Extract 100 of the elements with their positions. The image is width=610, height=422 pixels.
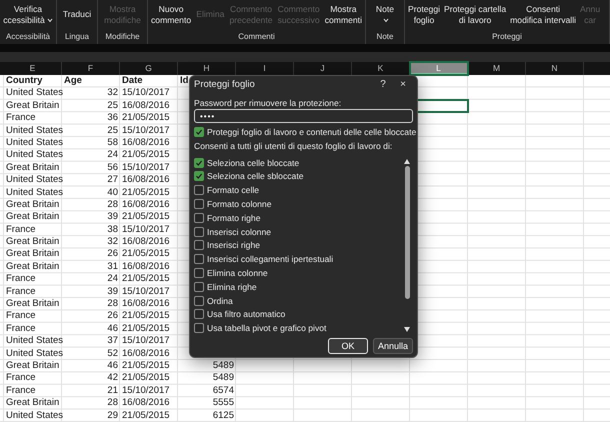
table-cell-text: 25 xyxy=(106,100,119,112)
table-cell-text: 28 xyxy=(106,298,119,310)
table-cell-text: 42 xyxy=(106,372,119,385)
checkbox-label[interactable]: Formato colonne xyxy=(207,199,272,210)
table-cell-text: Great Britain xyxy=(5,236,60,248)
table-cell-text: 46 xyxy=(106,360,119,372)
ribbon-button[interactable]: Traduci xyxy=(62,0,92,27)
table-cell-text: 36 xyxy=(106,112,119,125)
section-label: Consenti a tutti gli utenti di questo foglio di lavoro di: xyxy=(194,140,394,152)
table-cell-text: 32 xyxy=(106,236,119,248)
table-cell-text: 28 xyxy=(106,198,119,212)
table-cell-text: 21/05/2015 xyxy=(121,186,171,199)
checkbox-label[interactable]: Elimina colonne xyxy=(207,268,268,278)
table-cell-text: 32 xyxy=(106,87,119,100)
checkbox[interactable] xyxy=(194,323,204,334)
checkbox[interactable] xyxy=(194,296,204,306)
column-heading: Country xyxy=(5,75,44,88)
checkbox[interactable] xyxy=(194,199,204,210)
table-cell-text: 15/10/2017 xyxy=(121,87,171,100)
checkbox-label[interactable]: Formato righe xyxy=(207,212,260,223)
table-cell-text: Great Britain xyxy=(5,360,60,372)
checkbox[interactable] xyxy=(194,171,204,182)
ribbon-button[interactable]: Proteggi cartella di lavoro xyxy=(443,0,508,27)
checkbox-label[interactable]: Formato celle xyxy=(207,185,260,196)
checkbox[interactable] xyxy=(194,240,204,250)
help-button[interactable]: ? xyxy=(373,78,393,90)
checkbox-label[interactable]: Elimina righe xyxy=(207,282,257,292)
table-cell-text: Great Britain xyxy=(5,298,60,310)
checkbox[interactable] xyxy=(194,212,204,223)
table-cell-text: United States xyxy=(5,124,64,137)
group-label: Commenti xyxy=(238,31,275,43)
table-cell-text: 21/05/2015 xyxy=(121,310,171,323)
table-cell-text: Great Britain xyxy=(5,162,60,174)
ribbon-button[interactable]: Nuovo commento xyxy=(150,0,192,27)
table-cell-text: 16/08/2016 xyxy=(121,236,171,248)
table-cell-text: United States xyxy=(5,335,64,348)
table-cell-text: 15/10/2017 xyxy=(121,286,171,298)
group-label: Modifiche xyxy=(105,31,140,43)
table-cell-text: 58 xyxy=(106,136,119,150)
checkbox-label[interactable]: Proteggi foglio di lavoro e contenuti delle celle bloccate xyxy=(207,126,416,137)
ribbon-button[interactable]: Consenti modifica intervalli xyxy=(509,0,578,27)
checkbox-label[interactable]: Inserisci colonne xyxy=(207,226,272,237)
table-cell-text: 39 xyxy=(106,286,119,298)
checkbox-label[interactable]: Seleziona celle bloccate xyxy=(207,158,300,168)
table-cell-text: 29 xyxy=(106,410,119,422)
table-cell-text: 28 xyxy=(106,397,119,410)
ribbon-button[interactable]: Mostra commenti xyxy=(324,0,363,27)
checkbox-label[interactable]: Ordina xyxy=(207,296,233,306)
checkbox-label[interactable]: Usa tabella pivot e grafico pivot xyxy=(207,323,326,334)
table-cell-text: Great Britain xyxy=(5,248,60,261)
table-cell-text: Great Britain xyxy=(5,211,60,224)
checkbox[interactable] xyxy=(194,254,204,264)
field-label: Password per rimuovere la protezione: xyxy=(194,97,342,109)
close-button[interactable]: × xyxy=(393,78,413,90)
password-field[interactable]: •••• xyxy=(194,109,413,123)
table-cell-text: 21/05/2015 xyxy=(121,248,171,261)
checkbox[interactable] xyxy=(194,268,204,278)
table-cell-text: 52 xyxy=(106,348,119,360)
checkbox-label[interactable]: Usa filtro automatico xyxy=(207,309,286,320)
checkbox[interactable] xyxy=(194,185,204,196)
table-cell-text: 15/10/2017 xyxy=(121,224,171,236)
group-label: Proteggi xyxy=(492,31,522,43)
dialog-button[interactable]: Annulla xyxy=(373,338,413,354)
checkbox[interactable] xyxy=(194,126,204,137)
column-heading: Id xyxy=(179,75,190,88)
checkbox-label[interactable]: Inserisci collegamenti ipertestuali xyxy=(207,254,334,264)
table-cell-text: 15/10/2017 xyxy=(121,335,171,348)
table-cell-text: United States xyxy=(5,186,64,199)
checkbox-label[interactable]: Inserisci righe xyxy=(207,240,260,250)
group-label: Lingua xyxy=(64,31,90,43)
table-cell-text: 27 xyxy=(106,174,119,187)
checkbox[interactable] xyxy=(194,226,204,237)
ribbon-button[interactable]: Note xyxy=(374,0,396,27)
checkbox[interactable] xyxy=(194,309,204,320)
table-cell-text: United States xyxy=(5,410,64,422)
table-cell-text: 24 xyxy=(106,149,119,162)
table-cell-text: Great Britain xyxy=(5,198,60,212)
table-cell-text: Great Britain xyxy=(5,260,60,274)
column-heading: Date xyxy=(121,75,144,88)
table-cell-text: 16/08/2016 xyxy=(121,198,171,212)
table-cell-text: 21/05/2015 xyxy=(121,273,171,286)
table-cell-text: 5489 xyxy=(212,360,235,372)
table-cell-text: 21/05/2015 xyxy=(121,410,171,422)
table-cell-text: France xyxy=(5,372,37,385)
table-cell-text: 26 xyxy=(106,310,119,323)
checkbox-label[interactable]: Seleziona celle sbloccate xyxy=(207,171,304,182)
table-cell-text: 37 xyxy=(106,335,119,348)
table-cell-text: 6574 xyxy=(212,384,235,398)
dialog-button[interactable]: OK xyxy=(328,338,368,354)
checkbox[interactable] xyxy=(194,158,204,168)
table-cell-text: 25 xyxy=(106,124,119,137)
checkbox[interactable] xyxy=(194,282,204,292)
table-cell-text: 15/10/2017 xyxy=(121,124,171,137)
group-label: Accessibilità xyxy=(6,31,50,43)
table-cell-text: 31 xyxy=(106,260,119,274)
table-cell-text: 21/05/2015 xyxy=(121,112,171,125)
table-cell-text: France xyxy=(5,322,37,336)
ribbon-button[interactable]: Proteggi foglio xyxy=(407,0,442,27)
table-cell-text: 56 xyxy=(106,162,119,174)
ribbon-button[interactable]: Verifica ccessibilità xyxy=(2,0,54,27)
